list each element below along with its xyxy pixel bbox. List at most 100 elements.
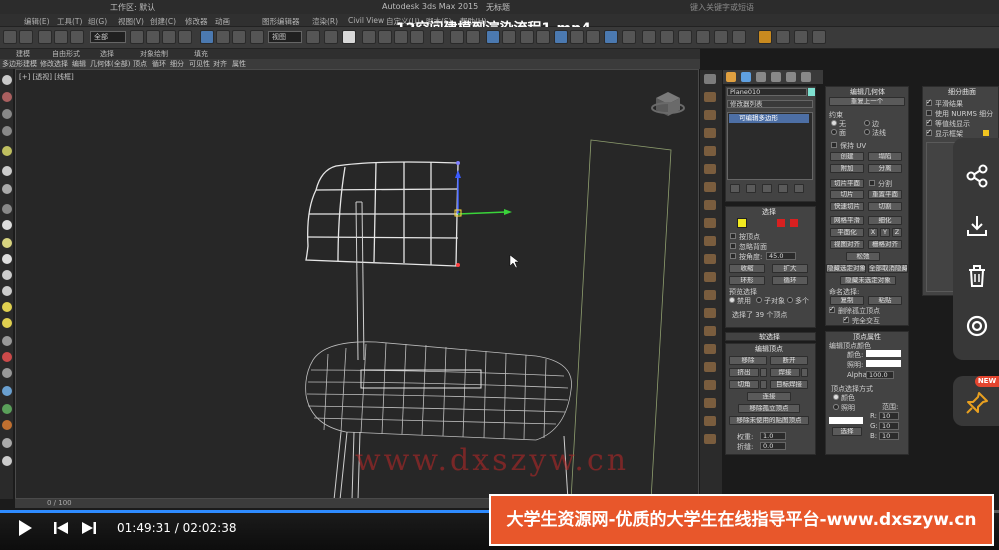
render-iterative-icon[interactable] <box>622 30 636 44</box>
copy-button[interactable]: 复制 <box>830 296 864 305</box>
lens-icon[interactable] <box>964 313 990 339</box>
hide-unselected-button[interactable]: 隐藏未选定对象 <box>840 276 896 285</box>
ribbon-item[interactable]: 细分 <box>170 59 184 69</box>
link-icon[interactable] <box>38 30 52 44</box>
cut-button[interactable]: 切割 <box>868 202 902 211</box>
menu-item[interactable]: 渲染(R) <box>312 16 338 27</box>
side-strip-icon[interactable] <box>704 164 716 174</box>
collapse-button[interactable]: 塌陷 <box>868 152 902 161</box>
polygon-icon[interactable] <box>2 92 12 102</box>
select-by-illum-radio[interactable] <box>833 404 839 410</box>
loop-icon[interactable] <box>2 184 12 194</box>
menu-item[interactable]: 图形编辑器 <box>262 16 300 27</box>
redo-icon[interactable] <box>19 30 33 44</box>
break-button[interactable]: 断开 <box>770 356 808 365</box>
slice-plane-button[interactable]: 切片平面 <box>830 179 864 188</box>
paste-button[interactable]: 粘贴 <box>868 296 902 305</box>
vertex-mode-icon[interactable] <box>737 218 747 228</box>
angle-field[interactable]: 45.0 <box>766 252 796 260</box>
more-icon[interactable] <box>2 456 12 466</box>
modify-tab-icon[interactable] <box>741 72 751 82</box>
side-strip-icon[interactable] <box>704 92 716 102</box>
extra-tool-icon[interactable] <box>812 30 826 44</box>
ribbon-item[interactable]: 对齐 <box>213 59 227 69</box>
mental-ray-icon[interactable] <box>732 30 746 44</box>
target-weld-button[interactable]: 目标焊接 <box>770 380 808 389</box>
ring-icon[interactable] <box>2 166 12 176</box>
motion-tab-icon[interactable] <box>771 72 781 82</box>
snaps-toggle-icon[interactable] <box>362 30 376 44</box>
slice-button[interactable]: 切片 <box>830 190 864 199</box>
material-editor-icon[interactable] <box>554 30 568 44</box>
range-b-field[interactable]: 10 <box>879 432 899 440</box>
tree-icon[interactable] <box>2 404 12 414</box>
side-strip-icon[interactable] <box>704 308 716 318</box>
make-planar-button[interactable]: 平面化 <box>830 228 864 237</box>
edge-icon[interactable] <box>2 109 12 119</box>
planar-z-button[interactable]: Z <box>892 228 902 237</box>
move-icon[interactable] <box>200 30 214 44</box>
polymodel-icon[interactable] <box>2 75 12 85</box>
side-strip-icon[interactable] <box>704 236 716 246</box>
use-nurms-checkbox[interactable] <box>926 110 932 116</box>
reset-plane-button[interactable]: 重置平面 <box>868 190 902 199</box>
bind-spacewarp-icon[interactable] <box>70 30 84 44</box>
ignore-backfacing-checkbox[interactable] <box>730 243 736 249</box>
preview-multi-radio[interactable] <box>787 297 793 303</box>
ribbon-tab-selection[interactable]: 选择 <box>100 49 114 59</box>
side-strip-icon[interactable] <box>704 218 716 228</box>
perspective-viewport[interactable]: [+] [透视] [线框] <box>15 69 699 499</box>
misc-icon[interactable] <box>2 438 12 448</box>
remove-modifier-icon[interactable] <box>778 184 788 193</box>
tools-icon[interactable] <box>776 30 790 44</box>
ribbon-item[interactable]: 属性 <box>232 59 246 69</box>
range-g-field[interactable]: 10 <box>879 422 899 430</box>
side-strip-icon[interactable] <box>704 344 716 354</box>
ribbon-tab-populate[interactable]: 填充 <box>194 49 208 59</box>
configure-sets-icon[interactable] <box>794 184 804 193</box>
select-object-icon[interactable] <box>130 30 144 44</box>
mirror-icon[interactable] <box>450 30 464 44</box>
select-button[interactable]: 选择 <box>832 427 862 436</box>
paint-icon[interactable] <box>2 352 12 362</box>
select-by-color-radio[interactable] <box>833 394 839 400</box>
graphite-tools-icon[interactable] <box>502 30 516 44</box>
spinner-snap-icon[interactable] <box>410 30 424 44</box>
detach-button[interactable]: 分离 <box>868 164 902 173</box>
chamfer-button[interactable]: 切角 <box>729 380 759 389</box>
utilities-tab-icon[interactable] <box>801 72 811 82</box>
attach-button[interactable]: 附加 <box>830 164 864 173</box>
menu-item[interactable]: 动画 <box>215 16 230 27</box>
stack-item-editable-poly[interactable]: 可编辑多边形 <box>729 114 809 123</box>
globe-icon[interactable] <box>2 386 12 396</box>
select-by-name-icon[interactable] <box>146 30 160 44</box>
grid-align-button[interactable]: 栅格对齐 <box>868 240 902 249</box>
render-production-icon[interactable] <box>604 30 618 44</box>
terrain-icon[interactable] <box>2 420 12 430</box>
ribbon-item[interactable]: 循环 <box>152 59 166 69</box>
range-r-field[interactable]: 10 <box>879 412 899 420</box>
by-vertex-checkbox[interactable] <box>730 233 736 239</box>
pin-stack-icon[interactable] <box>730 184 740 193</box>
play-icon[interactable] <box>16 519 34 537</box>
grow-icon[interactable] <box>2 204 12 214</box>
side-strip-icon[interactable] <box>704 110 716 120</box>
side-strip-icon[interactable] <box>704 200 716 210</box>
quickslice-button[interactable]: 快速切片 <box>830 202 864 211</box>
object-color-swatch[interactable] <box>808 88 815 96</box>
ribbon-item[interactable]: 几何体(全部) <box>90 59 130 69</box>
cylinder-icon[interactable] <box>2 254 12 264</box>
side-strip-icon[interactable] <box>704 434 716 444</box>
remove-button[interactable]: 移除 <box>729 356 767 365</box>
percent-snap-icon[interactable] <box>394 30 408 44</box>
loop-button[interactable]: 循环 <box>772 276 808 285</box>
isoline-checkbox[interactable] <box>926 118 932 126</box>
torus-icon[interactable] <box>2 270 12 280</box>
show-cage-checkbox[interactable] <box>926 128 932 136</box>
rect-selection-icon[interactable] <box>162 30 176 44</box>
chamfer-settings-icon[interactable] <box>760 380 767 389</box>
angle-snap-icon[interactable] <box>378 30 392 44</box>
next-icon[interactable] <box>81 520 97 536</box>
grow-button[interactable]: 扩大 <box>772 264 808 273</box>
rotate-icon[interactable] <box>216 30 230 44</box>
